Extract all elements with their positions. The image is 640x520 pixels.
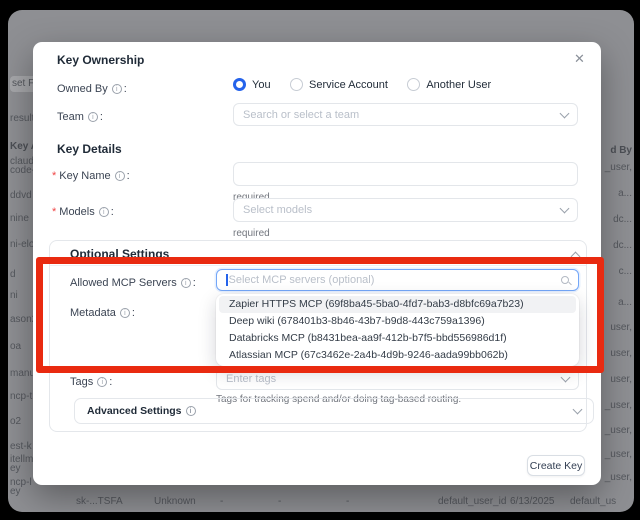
info-icon — [97, 377, 107, 387]
bg-fragment: _user, — [605, 449, 632, 460]
bg-fragment: ey — [10, 463, 21, 474]
key-name-input[interactable] — [243, 168, 568, 180]
key-ownership-modal: Key Ownership ✕ Owned By You Service Acc… — [33, 42, 601, 485]
bg-fragment: manu — [10, 368, 35, 379]
bg-fragment: ddvd — [10, 190, 32, 201]
owned-by-radio-option[interactable]: Service Account — [290, 78, 388, 91]
close-icon[interactable]: ✕ — [574, 52, 585, 65]
bg-fragment: _user, — [605, 162, 632, 173]
bg-fragment: nine — [10, 213, 29, 224]
mcp-server-option[interactable]: Zapier HTTPS MCP (69f8ba45-5ba0-4fd7-bab… — [219, 296, 576, 313]
models-select[interactable]: Select models — [233, 198, 578, 222]
tags-placeholder: Enter tags — [226, 373, 276, 385]
info-icon — [120, 308, 130, 318]
mcp-server-option[interactable]: Deep wiki (678401b3-8b46-43b7-b9d8-443c7… — [219, 313, 576, 330]
optional-settings-title[interactable]: Optional Settings — [70, 247, 169, 261]
bg-fragment: est-k — [10, 441, 32, 452]
radio-label: You — [252, 79, 271, 91]
required-asterisk: * — [52, 206, 56, 218]
bg-table-cell: 6/13/2025 — [510, 496, 555, 507]
radio-icon — [233, 78, 246, 91]
info-icon — [88, 112, 98, 122]
chevron-down-icon — [560, 204, 570, 214]
team-select[interactable]: Search or select a team — [233, 103, 578, 126]
radio-label: Another User — [426, 79, 491, 91]
mcp-servers-dropdown: Zapier HTTPS MCP (69f8ba45-5ba0-4fd7-bab… — [216, 294, 579, 366]
bg-fragment: ey — [10, 486, 21, 497]
bg-fragment: user, — [610, 374, 632, 385]
bg-fragment: result — [10, 113, 34, 124]
key-details-title: Key Details — [57, 142, 122, 156]
key-name-field — [233, 162, 578, 186]
allowed-mcp-servers-label: Allowed MCP Servers — [70, 277, 196, 289]
text-caret — [226, 274, 228, 286]
bg-table-cell: Unknown — [154, 496, 196, 507]
bg-fragment: ni-elo — [10, 239, 34, 250]
bg-fragment: d — [10, 269, 16, 280]
mcp-server-option[interactable]: Databricks MCP (b8431bea-aa9f-412b-b7f5-… — [219, 330, 576, 347]
create-key-button[interactable]: Create Key — [527, 455, 585, 476]
bg-fragment: _user, — [605, 400, 632, 411]
owned-by-radio-option[interactable]: Another User — [407, 78, 491, 91]
app-window: set FresultKey Aclaudecode-ddvdnineni-el… — [8, 10, 634, 512]
models-label: Models — [59, 206, 114, 218]
team-label: Team — [57, 111, 103, 123]
radio-icon — [290, 78, 303, 91]
panel-divider — [50, 265, 586, 266]
models-placeholder: Select models — [243, 204, 312, 216]
bg-fragment: a... — [618, 297, 632, 308]
bg-fragment: ncp-t — [10, 391, 32, 402]
info-icon — [99, 207, 109, 217]
bg-table-cell: default_user_id — [438, 496, 506, 507]
bg-fragment: c... — [619, 266, 632, 277]
info-icon — [115, 171, 125, 181]
mcp-server-option[interactable]: Atlassian MCP (67c3462e-2a4b-4d9b-9246-a… — [219, 347, 576, 364]
bg-fragment: o2 — [10, 416, 21, 427]
mcp-servers-placeholder: Select MCP servers (optional) — [229, 274, 375, 286]
bg-table-cell: sk-...TSFA — [76, 496, 123, 507]
bg-fragment: user, — [610, 322, 632, 333]
advanced-settings-header[interactable]: Advanced Settings — [74, 398, 594, 424]
bg-fragment: dc... — [613, 240, 632, 251]
team-placeholder: Search or select a team — [243, 109, 359, 121]
owned-by-radio-option[interactable]: You — [233, 78, 271, 91]
info-icon — [181, 278, 191, 288]
bg-fragment: d By — [610, 145, 632, 156]
metadata-label: Metadata — [70, 307, 135, 319]
chevron-down-icon — [560, 108, 570, 118]
bg-fragment: _user, — [605, 425, 632, 436]
bg-fragment: a... — [618, 188, 632, 199]
tags-label: Tags — [70, 376, 112, 388]
search-icon — [561, 276, 569, 284]
bg-table-cell: - — [220, 496, 223, 507]
radio-icon — [407, 78, 420, 91]
modal-title: Key Ownership — [57, 53, 144, 67]
chevron-down-icon — [573, 405, 583, 415]
bg-table-cell: - — [346, 496, 349, 507]
bg-fragment: _user, — [605, 472, 632, 483]
tags-select[interactable]: Enter tags — [216, 368, 579, 390]
bg-fragment: oa — [10, 341, 21, 352]
required-asterisk: * — [52, 170, 56, 182]
info-icon — [186, 406, 196, 416]
bg-table-cell: default_us — [570, 496, 616, 507]
radio-label: Service Account — [309, 79, 388, 91]
advanced-settings-title: Advanced Settings — [87, 405, 197, 417]
bg-fragment: code- — [10, 165, 35, 176]
chevron-up-icon[interactable] — [571, 252, 581, 262]
mcp-servers-combobox[interactable]: Select MCP servers (optional) — [216, 269, 579, 291]
owned-by-label: Owned By — [57, 83, 127, 95]
owned-by-radio-group: You Service Account Another User — [233, 78, 506, 96]
bg-fragment: ni — [10, 290, 18, 301]
optional-settings-panel: Optional Settings Allowed MCP Servers Se… — [49, 240, 587, 432]
info-icon — [112, 84, 122, 94]
bg-fragment: user, — [610, 348, 632, 359]
bg-table-cell: - — [278, 496, 281, 507]
models-required-hint: required — [233, 228, 270, 239]
key-name-label: Key Name — [59, 170, 129, 182]
chevron-down-icon — [561, 373, 571, 383]
bg-fragment: dc... — [613, 214, 632, 225]
